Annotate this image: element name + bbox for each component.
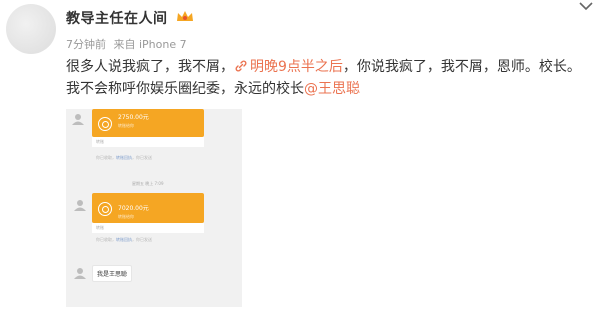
transfer-icon [98,117,112,131]
topic-link-text: 明晚9点半之后 [250,59,343,75]
system-prefix-2: 你已收取， [96,237,116,242]
transfer-note-1: 转账给你 [118,123,134,128]
topic-link[interactable]: 明晚9点半之后 [234,59,343,75]
chat-screenshot-image[interactable]: 2750.00元 转账给你 转账 你已收取，转账回执，你已发送 星期五 晚上 7… [66,109,242,307]
mention-link[interactable]: @王思聪 [304,81,360,97]
system-prefix-1: 你已收取， [96,155,116,160]
chat-timestamp: 星期五 晚上 7:09 [132,181,164,186]
transfer-amount-1: 2750.00元 [118,114,149,121]
system-suffix-2: ，你已发送 [132,237,152,242]
transfer-bubble-1: 2750.00元 转账给你 [92,109,204,137]
transfer-note-2: 转账给你 [118,214,134,219]
post-meta: 7分钟前 来自 iPhone 7 [66,36,191,52]
system-message-2: 你已收取，转账回执，你已发送 [96,237,152,243]
system-message-1: 你已收取，转账回执，你已发送 [96,155,152,161]
transfer-footer-1: 转账 [92,137,204,147]
transfer-footer-2: 转账 [92,223,204,233]
system-link-2: 转账回执 [116,237,132,242]
post-text-part1: 很多人说我疯了，我不屑， [66,59,234,75]
username[interactable]: 教导主任在人间 [66,8,168,28]
transfer-amount-2: 7020.00元 [118,205,149,212]
chat-avatar-icon [74,200,86,211]
chat-avatar-icon [74,268,86,279]
system-suffix-1: ，你已发送 [132,155,152,160]
vip-badge-icon[interactable] [175,8,195,24]
post-time[interactable]: 7分钟前 [66,38,106,51]
chat-avatar-icon [72,114,84,125]
chat-message: 我是王思聪 [92,265,133,282]
chevron-down-icon[interactable] [578,0,594,12]
system-link-1: 转账回执 [116,155,132,160]
transfer-icon [98,202,112,216]
transfer-bubble-2: 7020.00元 转账给你 [92,193,204,223]
post-text: 很多人说我疯了，我不屑， 明晚9点半之后，你说我疯了，我不屑，恩师。校长。我不会称… [66,56,591,100]
post-source: 来自 iPhone 7 [113,38,187,51]
link-icon [235,60,247,72]
user-avatar[interactable] [6,4,56,54]
